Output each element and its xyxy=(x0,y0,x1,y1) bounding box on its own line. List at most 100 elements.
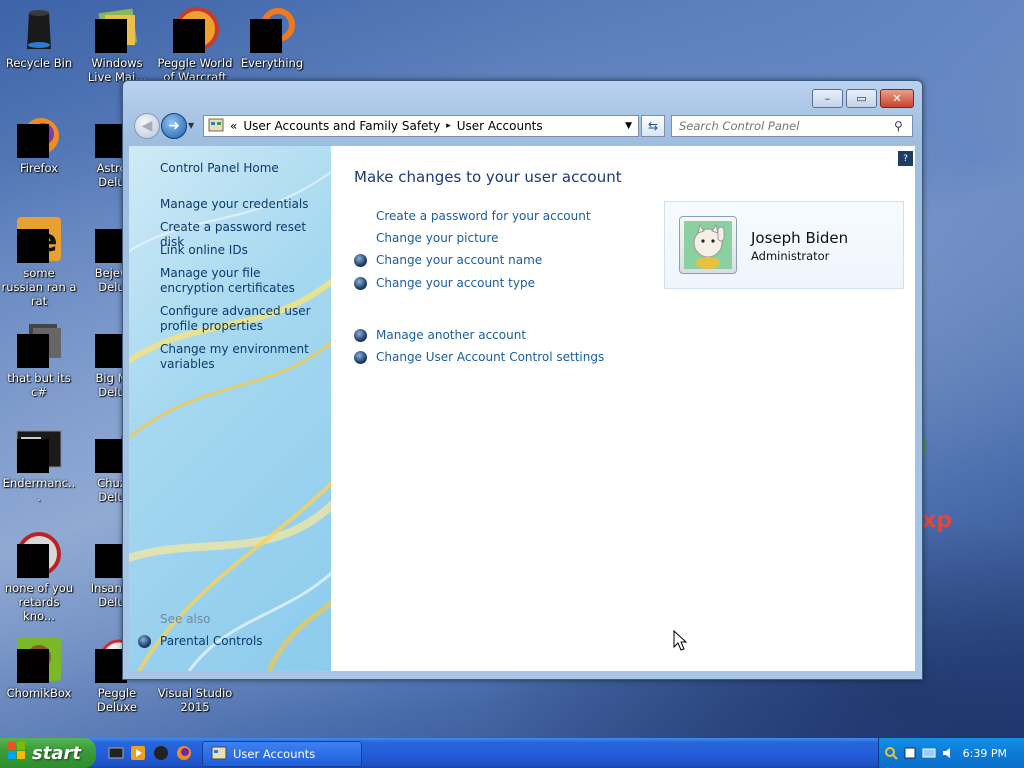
refresh-button[interactable]: ⇆ xyxy=(641,115,665,137)
shield-orb-icon xyxy=(354,351,367,364)
firefox-icon xyxy=(15,110,63,158)
redacted-overlay xyxy=(95,19,127,53)
maximize-button[interactable]: ▭ xyxy=(846,89,877,108)
parental-controls-label: Parental Controls xyxy=(160,634,263,648)
create-password-link[interactable]: Create a password for your account xyxy=(376,209,591,223)
back-button[interactable]: ◀ xyxy=(134,113,160,139)
manage-file-encryption-link[interactable]: Manage your file encryption certificates xyxy=(160,266,325,296)
breadcrumb-user-accounts[interactable]: User Accounts xyxy=(457,119,543,133)
orb-icon xyxy=(15,530,63,578)
parental-controls-link[interactable]: Parental Controls xyxy=(138,634,263,648)
address-dropdown-icon[interactable]: ▼ xyxy=(625,121,632,131)
redacted-overlay xyxy=(173,19,205,53)
task-pane: Control Panel Home Manage your credentia… xyxy=(129,146,331,671)
content-pane: ? Make changes to your user account Crea… xyxy=(331,146,915,671)
control-panel-home-link[interactable]: Control Panel Home xyxy=(160,161,325,176)
manage-another-account-link[interactable]: Manage another account xyxy=(376,328,526,342)
account-type: Administrator xyxy=(751,249,830,263)
recent-pages-dropdown[interactable]: ▼ xyxy=(188,121,194,130)
refresh-icon: ⇆ xyxy=(647,119,659,133)
clock: 6:39 PM xyxy=(962,746,1007,760)
account-name: Joseph Biden xyxy=(751,229,849,247)
desktop-icon-recycle-bin[interactable]: Recycle Bin xyxy=(1,5,77,70)
taskbar-button-user-accounts[interactable]: User Accounts xyxy=(202,741,362,767)
shield-orb-icon xyxy=(138,634,151,648)
taskbar-button-label: User Accounts xyxy=(233,747,316,761)
control-panel-icon xyxy=(211,745,227,764)
redacted-overlay xyxy=(250,19,282,53)
redacted-overlay xyxy=(17,544,49,578)
change-account-name-link[interactable]: Change your account name xyxy=(376,253,542,267)
change-environment-variables-link[interactable]: Change my environment variables xyxy=(160,342,325,372)
search-icon[interactable] xyxy=(884,746,898,760)
redacted-overlay xyxy=(17,229,49,263)
control-panel-icon xyxy=(208,117,224,136)
redacted-overlay xyxy=(17,124,49,158)
partial-desktop-text: xp xyxy=(922,508,952,533)
quick-launch-app-icon[interactable] xyxy=(153,745,169,761)
desktop-icon-firefox[interactable]: Firefox xyxy=(1,110,77,175)
forward-arrow-icon: ➜ xyxy=(168,118,180,134)
mouse-cursor-icon xyxy=(673,630,688,651)
desktop-icon-everything[interactable]: Everything xyxy=(234,5,310,70)
system-tray: 6:39 PM xyxy=(878,738,1024,768)
account-tile: Joseph Biden Administrator xyxy=(664,201,904,289)
shield-orb-icon xyxy=(354,254,367,267)
game-icon: e xyxy=(15,215,63,263)
network-icon[interactable] xyxy=(922,746,936,760)
firefox-icon[interactable] xyxy=(176,745,192,761)
shortcut-icon xyxy=(15,320,63,368)
recycle-bin-icon xyxy=(15,5,63,53)
shield-orb-icon xyxy=(354,329,367,342)
link-online-ids-link[interactable]: Link online IDs xyxy=(160,243,325,258)
change-account-type-link[interactable]: Change your account type xyxy=(376,276,535,290)
minimize-button[interactable]: – xyxy=(812,89,843,108)
search-input[interactable] xyxy=(672,118,894,134)
shield-orb-icon xyxy=(354,277,367,290)
manage-credentials-link[interactable]: Manage your credentials xyxy=(160,197,325,212)
configure-advanced-profile-link[interactable]: Configure advanced user profile properti… xyxy=(160,304,325,334)
address-bar[interactable]: « User Accounts and Family Safety ▸ User… xyxy=(203,115,639,137)
caption-buttons: – ▭ ✕ xyxy=(809,89,914,108)
terminal-icon xyxy=(15,425,63,473)
lucky-cat-icon xyxy=(684,221,732,269)
change-picture-link[interactable]: Change your picture xyxy=(376,231,498,245)
desktop-icon-chomikbox[interactable]: ChomikBox xyxy=(1,635,77,700)
windows-flag-icon xyxy=(8,741,26,765)
desktop: xp Recycle Bin Firefox e some russian ra… xyxy=(0,0,1024,738)
search-box[interactable]: ⚲ xyxy=(671,115,913,137)
volume-icon[interactable] xyxy=(941,746,955,760)
breadcrumb-overflow[interactable]: « xyxy=(230,119,237,133)
back-arrow-icon: ◀ xyxy=(141,118,153,134)
user-accounts-window: – ▭ ✕ ◀ ➜ ▼ « User Accounts and Family S… xyxy=(122,80,923,680)
desktop-icon-shortcut[interactable]: that but its c# xyxy=(1,320,77,399)
desktop-icon-game[interactable]: e some russian ran a rat xyxy=(1,215,77,308)
desktop-icon-orb[interactable]: none of you retards kno... xyxy=(1,530,77,623)
help-button[interactable]: ? xyxy=(898,151,913,166)
start-label: start xyxy=(32,742,81,764)
breadcrumb-separator[interactable]: ▸ xyxy=(446,121,451,131)
close-button[interactable]: ✕ xyxy=(880,89,914,108)
show-desktop-icon[interactable] xyxy=(108,745,124,761)
tray-app-icon[interactable] xyxy=(903,746,917,760)
desktop-icon-terminal[interactable]: Endermanc... xyxy=(1,425,77,504)
forward-button[interactable]: ➜ xyxy=(161,113,187,139)
search-icon[interactable]: ⚲ xyxy=(894,119,912,133)
see-also-heading: See also xyxy=(160,612,211,626)
redacted-overlay xyxy=(17,439,49,473)
windows-live-mail-icon xyxy=(93,5,141,53)
media-player-icon[interactable] xyxy=(130,745,146,761)
chomikbox-icon xyxy=(15,635,63,683)
desktop-icon-peggle-world[interactable]: Peggle World of Warcraft xyxy=(157,5,233,84)
everything-search-icon xyxy=(248,5,296,53)
change-uac-settings-link[interactable]: Change User Account Control settings xyxy=(376,350,604,364)
peggle-world-icon xyxy=(171,5,219,53)
redacted-overlay xyxy=(17,649,49,683)
redacted-overlay xyxy=(17,334,49,368)
desktop-icon-windows-live-mail[interactable]: Windows Live Mai... xyxy=(79,5,155,84)
taskbar: start User Accounts 6:39 PM xyxy=(0,738,1024,768)
breadcrumb-user-accounts-family-safety[interactable]: User Accounts and Family Safety xyxy=(243,119,440,133)
start-button[interactable]: start xyxy=(0,738,96,768)
page-title: Make changes to your user account xyxy=(354,168,622,186)
account-picture[interactable] xyxy=(679,216,737,274)
